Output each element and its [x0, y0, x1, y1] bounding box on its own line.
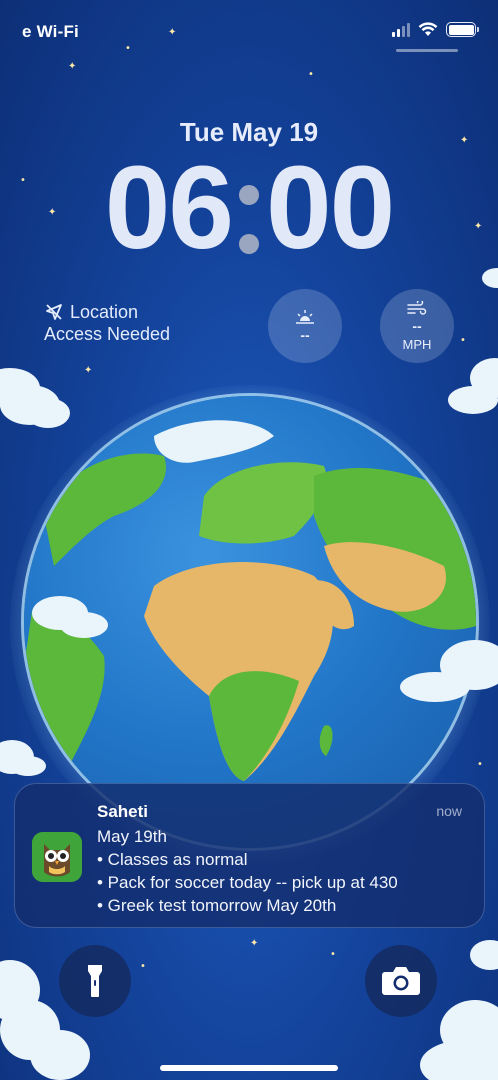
wind-icon: [407, 300, 427, 315]
location-widget[interactable]: Location Access Needed: [44, 301, 170, 345]
clock-minutes: 00: [266, 142, 395, 274]
location-slash-icon: [46, 304, 62, 320]
star-icon: •: [477, 759, 483, 770]
location-status: Access Needed: [44, 324, 171, 344]
wind-value: --: [412, 317, 422, 334]
sunrise-widget[interactable]: --: [268, 289, 342, 363]
star-icon: •: [140, 961, 146, 972]
camera-icon: [382, 967, 420, 995]
star-icon: ✦: [250, 938, 259, 949]
clock-colon: [234, 177, 264, 257]
owl-icon: [32, 832, 82, 882]
wifi-icon: [418, 22, 438, 36]
saheti-app-icon: [32, 832, 82, 882]
lock-screen-clock: 06 00: [0, 148, 498, 268]
flashlight-button[interactable]: [59, 945, 131, 1017]
status-bar: e Wi-Fi: [0, 0, 498, 60]
status-bar-indicator: [396, 49, 458, 52]
camera-button[interactable]: [365, 945, 437, 1017]
status-icons: [392, 22, 479, 37]
wind-widget[interactable]: -- MPH: [380, 289, 454, 363]
notification-line: • Greek test tomorrow May 20th: [97, 896, 337, 915]
location-label: Location: [70, 302, 139, 322]
lock-screen-date: Tue May 19: [179, 117, 319, 147]
sunrise-value: --: [300, 327, 310, 343]
sunrise-icon: [296, 310, 314, 324]
star-icon: ✦: [68, 61, 77, 72]
star-icon: •: [330, 949, 336, 960]
notification-app-name: Saheti: [97, 802, 149, 821]
notification-line: • Classes as normal: [97, 850, 248, 869]
notification-line: May 19th: [97, 827, 167, 846]
star-icon: •: [460, 335, 466, 346]
notification-line: • Pack for soccer today -- pick up at 43…: [97, 873, 398, 892]
notification-body: May 19th • Classes as normal • Pack for …: [97, 825, 398, 917]
wind-unit: MPH: [402, 336, 432, 352]
cellular-signal-icon: [392, 22, 410, 37]
home-indicator[interactable]: [160, 1065, 338, 1071]
notification-time: now: [436, 803, 462, 819]
flashlight-icon: [88, 965, 102, 997]
star-icon: •: [308, 69, 314, 80]
clock-hours: 06: [104, 142, 234, 274]
star-icon: ✦: [84, 365, 93, 376]
battery-icon: [446, 22, 479, 37]
carrier-label: e Wi-Fi: [22, 22, 79, 41]
notification-card[interactable]: Saheti now May 19th • Classes as normal …: [14, 783, 485, 928]
